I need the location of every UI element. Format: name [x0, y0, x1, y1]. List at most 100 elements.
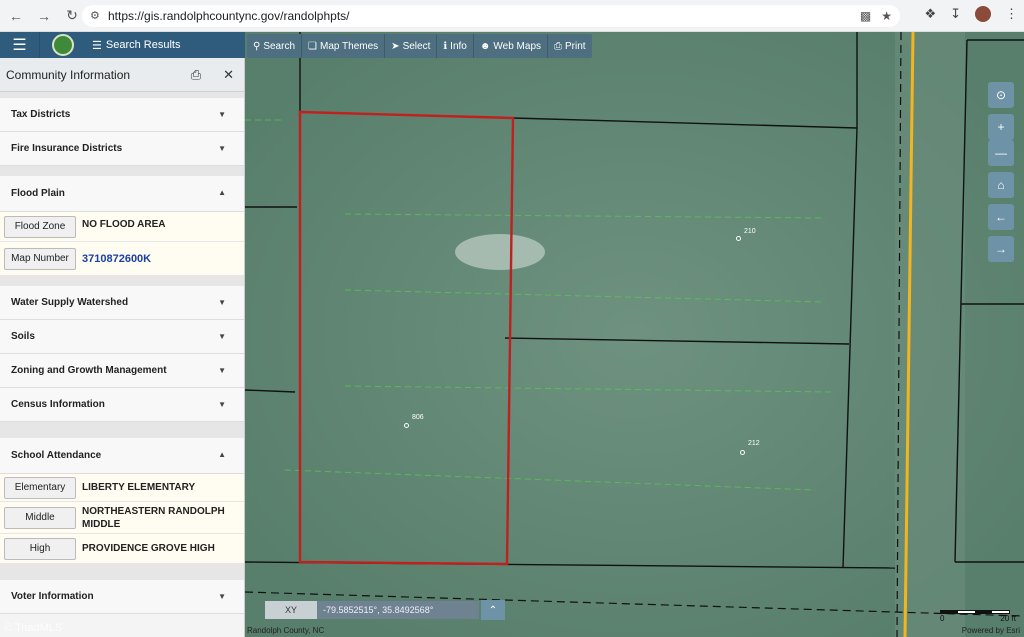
hamburger-menu-icon[interactable]: ☰	[0, 32, 40, 58]
section-label: Voter Information	[11, 591, 94, 602]
locate-icon[interactable]: ⊙	[988, 82, 1014, 108]
more-menu-icon[interactable]: ⋮	[1005, 6, 1018, 22]
next-extent-icon[interactable]: →	[988, 236, 1014, 262]
map-themes-button[interactable]: ❏ Map Themes	[302, 34, 386, 58]
map-number-button[interactable]: Map Number	[4, 247, 76, 270]
high-button[interactable]: High	[4, 537, 76, 560]
web-maps-label: Web Maps	[493, 40, 542, 52]
map-toolbar: ⚲ Search ❏ Map Themes ➤ Select ℹ Info ☻ Web M…	[247, 34, 592, 58]
section-voter-info[interactable]: Voter Information ▼	[0, 580, 244, 614]
chevron-down-icon: ▼	[218, 110, 226, 119]
back-icon[interactable]: ←	[4, 4, 28, 28]
section-zoning[interactable]: Zoning and Growth Management ▼	[0, 354, 244, 388]
print-icon[interactable]: ⎙	[191, 67, 201, 83]
map-number-row: Map Number 3710872600K	[0, 242, 244, 276]
reload-icon[interactable]: ↻	[60, 4, 84, 28]
scale-start: 0	[940, 614, 945, 623]
chevron-down-icon: ▼	[218, 366, 226, 375]
middle-value: NORTHEASTERN RANDOLPH MIDDLE	[82, 505, 225, 530]
section-label: Soils	[11, 331, 35, 342]
map-number-link[interactable]: 3710872600K	[82, 253, 151, 265]
chevron-up-icon: ▲	[218, 450, 226, 459]
section-label: Water Supply Watershed	[11, 297, 129, 308]
parcel-point-806[interactable]	[404, 423, 409, 428]
profile-avatar[interactable]	[975, 6, 991, 22]
section-flood-plain[interactable]: Flood Plain ▲	[0, 176, 244, 212]
parcel-label-806: 806	[412, 414, 424, 421]
clearing-patch	[455, 234, 545, 270]
section-tax-districts[interactable]: Tax Districts ▼	[0, 98, 244, 132]
section-school-attendance[interactable]: School Attendance ▲	[0, 438, 244, 474]
map-view[interactable]: 806 210 212 ⚲ Search ❏ Map Themes ➤ Select …	[245, 32, 1024, 637]
elementary-button[interactable]: Elementary	[4, 476, 76, 499]
parcel-point-212[interactable]	[740, 450, 745, 455]
zoom-in-icon[interactable]: +	[988, 114, 1014, 140]
section-label: Tax Districts	[11, 109, 71, 120]
map-themes-label: Map Themes	[319, 40, 379, 52]
download-icon[interactable]: ↧	[950, 6, 961, 22]
panel-header: Community Information ⎙ ✕	[0, 58, 244, 92]
middle-row: Middle NORTHEASTERN RANDOLPH MIDDLE	[0, 502, 244, 534]
print-button[interactable]: ⎙ Print	[548, 34, 592, 58]
user-icon: ☻	[479, 40, 491, 52]
section-fire-districts[interactable]: Fire Insurance Districts ▼	[0, 132, 244, 166]
search-results-button[interactable]: ☰ Search Results	[86, 39, 180, 52]
chevron-down-icon: ▼	[218, 298, 226, 307]
flood-zone-row: Flood Zone NO FLOOD AREA	[0, 212, 244, 242]
county-logo	[40, 32, 86, 58]
high-row: High PROVIDENCE GROVE HIGH	[0, 534, 244, 564]
parcel-label-212: 212	[748, 440, 760, 447]
info-label: Info	[450, 40, 467, 52]
map-credit: Randolph County, NC	[247, 626, 325, 635]
close-icon[interactable]: ✕	[223, 67, 234, 83]
web-maps-button[interactable]: ☻ Web Maps	[474, 34, 549, 58]
extensions-icon[interactable]: ❖	[924, 6, 936, 22]
address-bar[interactable]: ⚙ https://gis.randolphcountync.gov/rando…	[82, 5, 900, 27]
info-icon: ℹ	[443, 40, 448, 52]
xy-toggle[interactable]: XY	[265, 601, 317, 619]
high-value: PROVIDENCE GROVE HIGH	[82, 543, 215, 554]
zoom-out-icon[interactable]: —	[988, 140, 1014, 166]
search-button[interactable]: ⚲ Search	[247, 34, 303, 58]
parcel-map-svg	[245, 32, 1024, 637]
bookmark-star-icon[interactable]: ★	[881, 9, 892, 23]
forward-icon[interactable]: →	[32, 4, 56, 28]
watermark: © TriadMLS	[4, 622, 63, 634]
browser-toolbar: ← → ↻ ⚙ https://gis.randolphcountync.gov…	[0, 0, 1024, 32]
section-label: Flood Plain	[11, 188, 65, 199]
scale-end: 20 ft	[1000, 614, 1016, 623]
info-button[interactable]: ℹ Info	[437, 34, 474, 58]
flood-zone-button[interactable]: Flood Zone	[4, 215, 76, 238]
select-label: Select	[402, 40, 431, 52]
pointer-icon: ➤	[391, 40, 400, 52]
esri-credit: Powered by Esri	[961, 626, 1020, 635]
panel-title: Community Information	[6, 67, 131, 82]
coordinate-value: -79.5852515°, 35.8492568°	[317, 601, 479, 619]
search-label: Search	[263, 40, 296, 52]
chevron-up-icon: ▲	[218, 188, 226, 197]
section-label: Fire Insurance Districts	[11, 143, 123, 154]
chevron-up-icon[interactable]: ⌃	[481, 600, 505, 620]
previous-extent-icon[interactable]: ←	[988, 204, 1014, 230]
middle-button[interactable]: Middle	[4, 506, 76, 529]
elementary-value: LIBERTY ELEMENTARY	[82, 482, 196, 493]
parcel-label-210: 210	[744, 228, 756, 235]
app-header: ☰ ☰ Search Results	[0, 32, 245, 58]
select-button[interactable]: ➤ Select	[385, 34, 438, 58]
home-icon[interactable]: ⌂	[988, 172, 1014, 198]
printer-icon: ⎙	[554, 40, 563, 52]
section-soils[interactable]: Soils ▼	[0, 320, 244, 354]
site-info-icon[interactable]: ⚙	[90, 9, 100, 22]
chevron-down-icon: ▼	[218, 144, 226, 153]
section-label: Zoning and Growth Management	[11, 365, 167, 376]
install-icon[interactable]: ▩	[860, 9, 871, 23]
section-water-watershed[interactable]: Water Supply Watershed ▼	[0, 286, 244, 320]
chevron-down-icon: ▼	[218, 332, 226, 341]
section-census[interactable]: Census Information ▼	[0, 388, 244, 422]
section-label: School Attendance	[11, 450, 102, 461]
community-info-panel: Community Information ⎙ ✕ Tax Districts ▼…	[0, 58, 245, 637]
parcel-point-210[interactable]	[736, 236, 741, 241]
list-icon: ☰	[92, 39, 102, 52]
scale-bar: 0 20 ft	[940, 610, 1016, 623]
section-label: Census Information	[11, 399, 105, 410]
